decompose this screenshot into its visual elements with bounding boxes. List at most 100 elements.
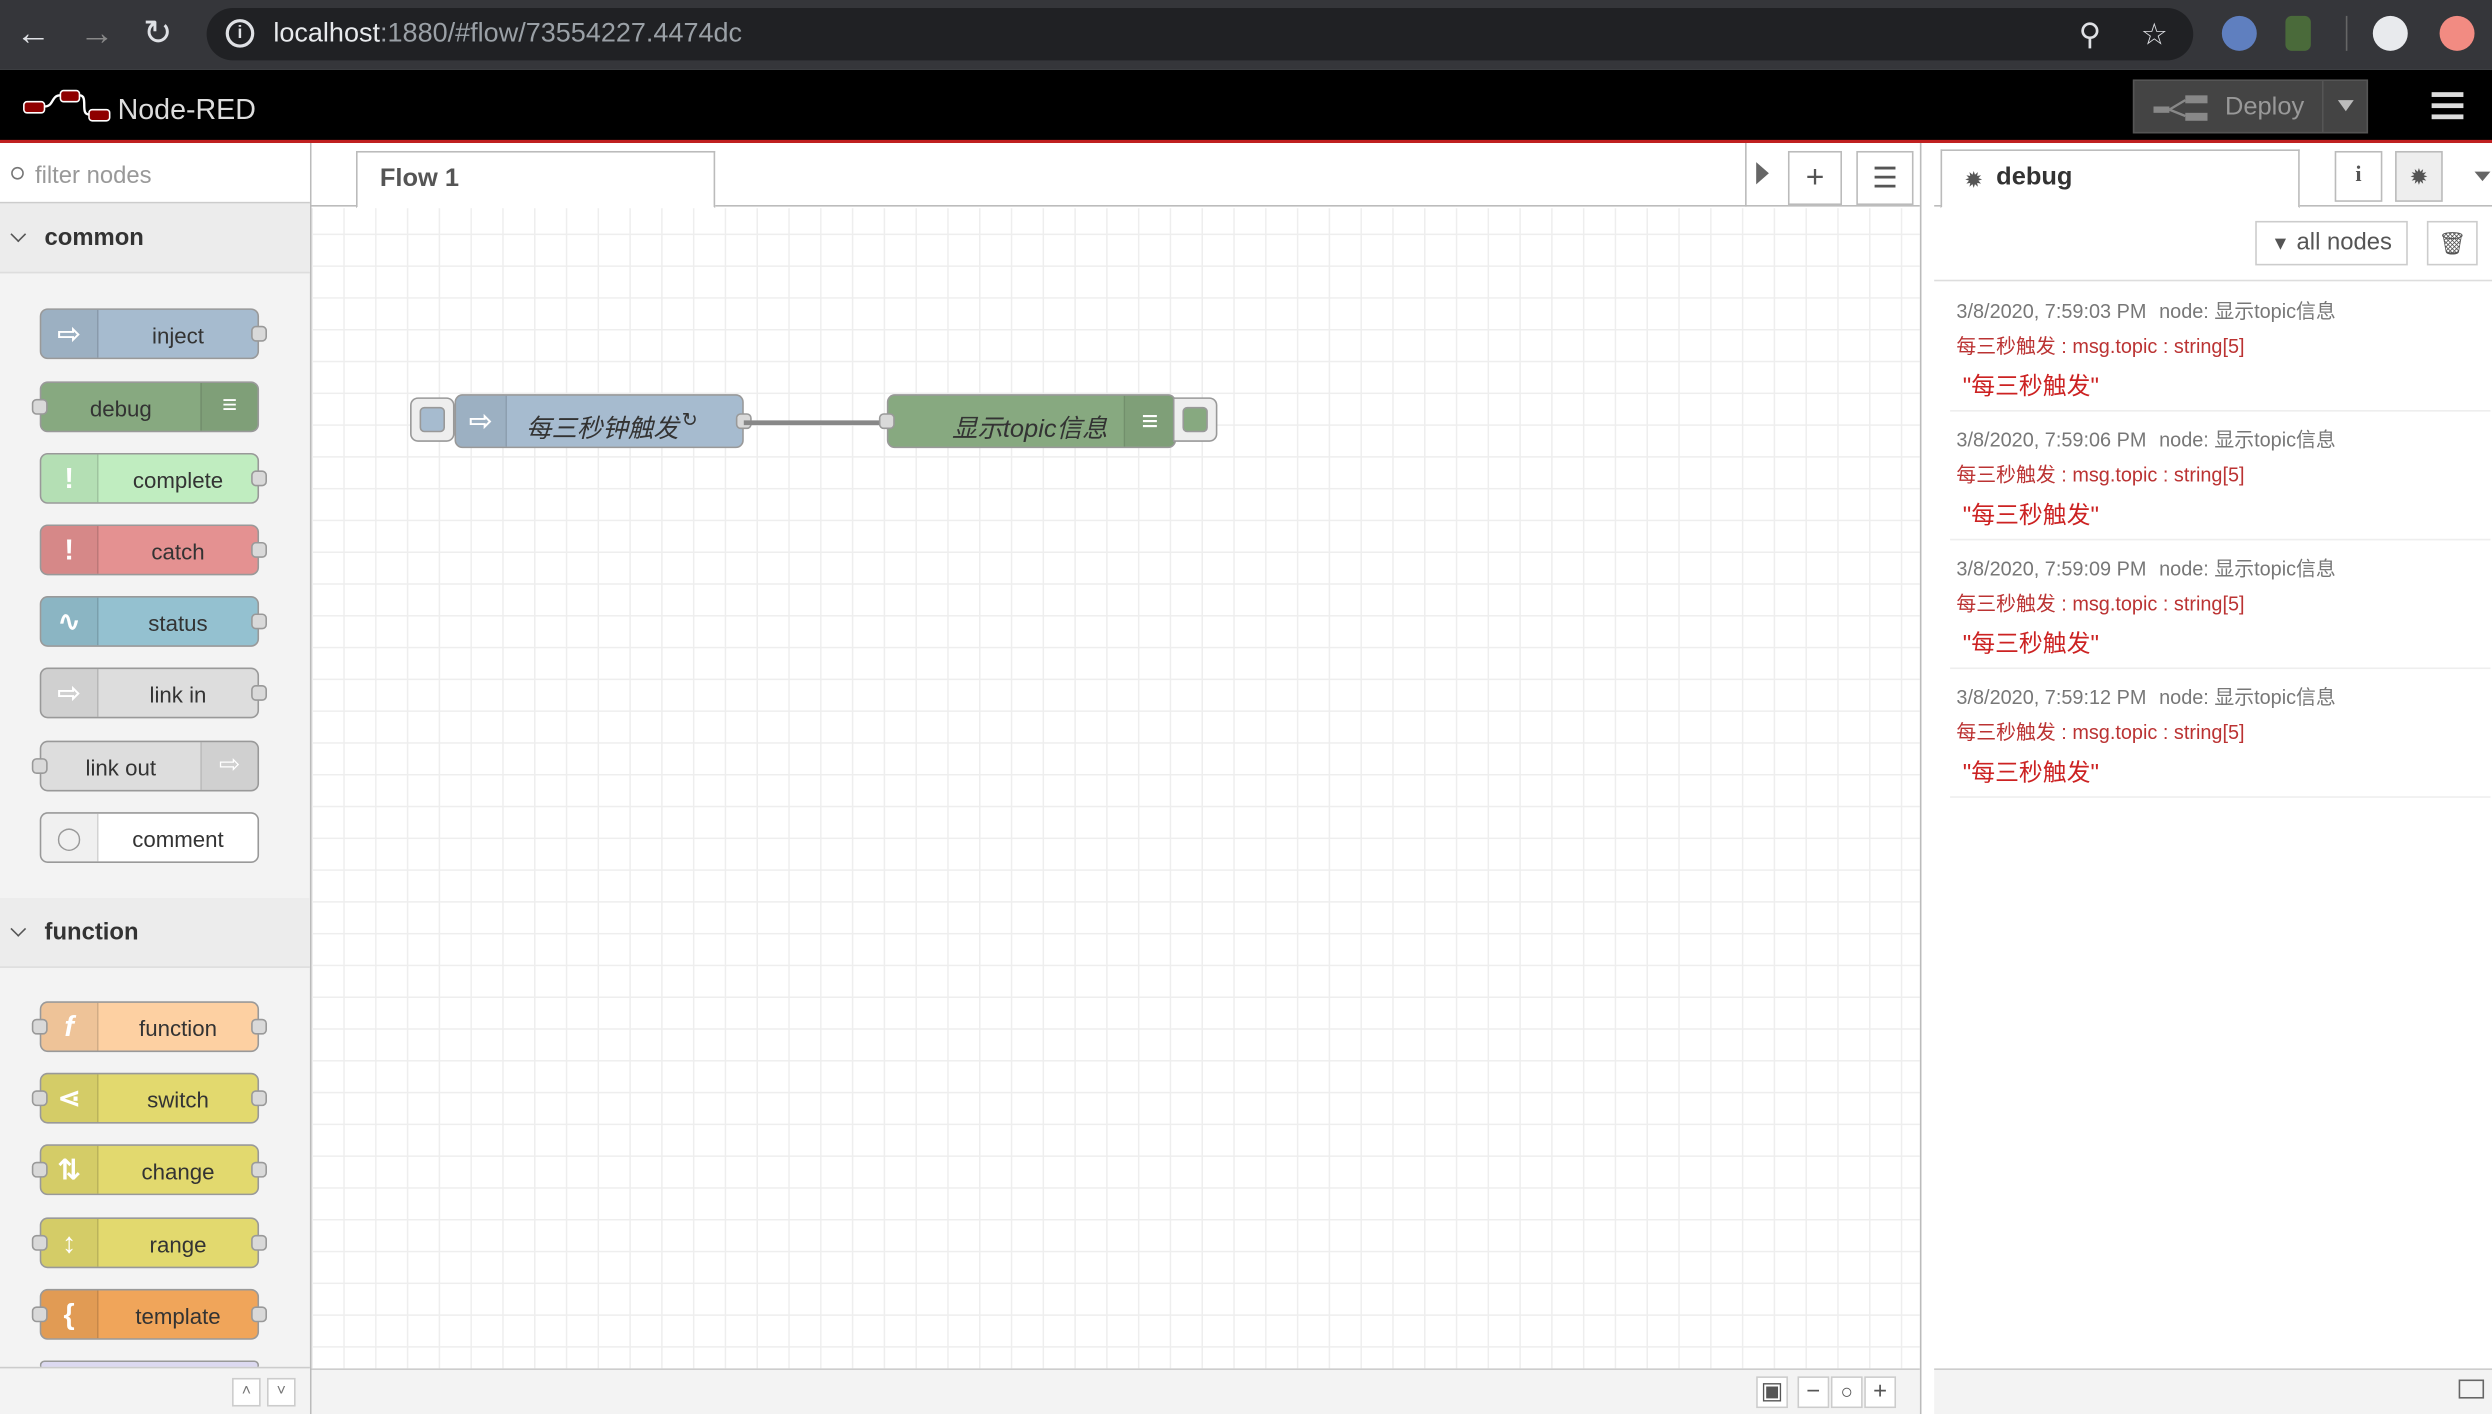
palette-node-link-in[interactable]: ⇨ link in xyxy=(39,667,268,719)
output-port[interactable] xyxy=(251,325,268,342)
zoom-in-icon[interactable]: + xyxy=(1864,1376,1897,1409)
message-value: "每三秒触发" xyxy=(1962,630,2099,658)
palette-node-change[interactable]: ⇅ change xyxy=(31,1144,268,1196)
debug-toggle-button[interactable] xyxy=(1172,397,1218,442)
list-flows-icon[interactable]: ☰ xyxy=(1856,150,1914,206)
palette-category-common[interactable]: common xyxy=(0,203,310,274)
output-port[interactable] xyxy=(251,1234,268,1251)
flow-canvas[interactable]: ⇨ 每三秒钟触发 ↻ 显示topic信息 ≡ xyxy=(311,208,1920,1369)
message-path[interactable]: 每三秒触发 : msg.topic : string[5] xyxy=(1956,458,2244,488)
node-label: 每三秒钟触发 xyxy=(526,416,679,444)
message-path[interactable]: 每三秒触发 : msg.topic : string[5] xyxy=(1956,586,2244,616)
debug-message[interactable]: 3/8/2020, 7:59:09 PM node: 显示topic信息 每三秒触… xyxy=(1950,540,2491,670)
palette-node-template[interactable]: { template xyxy=(31,1288,268,1340)
debug-tab-icon[interactable]: ✹ xyxy=(2395,150,2443,202)
output-port[interactable] xyxy=(251,1018,268,1035)
palette-node-link-out[interactable]: link out ⇨ xyxy=(31,740,260,792)
zoom-icon[interactable]: ⚲ xyxy=(2079,17,2101,54)
message-time: 3/8/2020, 7:59:03 PM xyxy=(1956,300,2147,323)
palette-filter[interactable]: filter nodes xyxy=(0,143,310,204)
debug-filter-button[interactable]: ▼ all nodes xyxy=(2255,220,2408,266)
add-flow-icon[interactable]: + xyxy=(1787,150,1842,206)
input-port[interactable] xyxy=(31,398,48,415)
collapse-all-icon[interactable]: ˄ xyxy=(232,1377,261,1407)
palette-node-range[interactable]: ↕ range xyxy=(31,1217,268,1269)
message-node[interactable]: node: 显示topic信息 xyxy=(2159,687,2336,709)
debug-list-icon: ≡ xyxy=(1123,395,1175,447)
zoom-out-icon[interactable]: − xyxy=(1797,1376,1830,1409)
palette-category-function[interactable]: function xyxy=(0,897,310,968)
message-meta: 3/8/2020, 7:59:03 PM node: 显示topic信息 xyxy=(1956,294,2335,324)
debug-list-icon: ≡ xyxy=(200,383,258,431)
address-bar[interactable]: i localhost:1880/#flow/73554227.4474dc ⚲… xyxy=(206,7,2194,61)
message-node[interactable]: node: 显示topic信息 xyxy=(2159,300,2336,322)
palette-node-status[interactable]: ∿ status xyxy=(39,595,268,647)
output-port[interactable] xyxy=(251,613,268,630)
input-port[interactable] xyxy=(31,1161,48,1178)
expand-all-icon[interactable]: ˅ xyxy=(267,1377,296,1407)
input-port[interactable] xyxy=(31,1234,48,1251)
debug-message[interactable]: 3/8/2020, 7:59:06 PM node: 显示topic信息 每三秒触… xyxy=(1950,412,2491,541)
zoom-reset-icon[interactable]: ○ xyxy=(1830,1376,1863,1409)
input-port[interactable] xyxy=(31,758,48,774)
update-icon[interactable] xyxy=(2439,15,2475,51)
input-port[interactable] xyxy=(31,1018,48,1035)
filter-nodes-input[interactable]: filter nodes xyxy=(35,162,152,189)
palette-node-complete[interactable]: ! complete xyxy=(39,452,268,504)
tab-debug[interactable]: ✹ debug xyxy=(1940,149,2300,209)
extension-icon[interactable] xyxy=(2285,15,2311,51)
scroll-tabs-right-icon[interactable] xyxy=(1756,162,1769,185)
output-port[interactable] xyxy=(251,470,268,487)
site-info-icon[interactable]: i xyxy=(225,19,255,48)
node-label: debug xyxy=(89,395,152,422)
node-label: inject xyxy=(152,322,204,349)
reload-icon[interactable]: ↻ xyxy=(143,15,172,51)
flow-node-debug[interactable]: 显示topic信息 ≡ xyxy=(878,394,1177,449)
palette-node-debug[interactable]: debug ≡ xyxy=(31,381,260,433)
message-path[interactable]: 每三秒触发 : msg.topic : string[5] xyxy=(1956,715,2244,745)
output-port[interactable] xyxy=(251,684,268,701)
info-tab-icon[interactable]: i xyxy=(2334,150,2383,202)
forward-icon[interactable]: → xyxy=(79,15,114,51)
debug-message[interactable]: 3/8/2020, 7:59:03 PM node: 显示topic信息 每三秒触… xyxy=(1950,283,2491,412)
output-port[interactable] xyxy=(251,1161,268,1178)
node-label: switch xyxy=(147,1087,209,1113)
main-menu-icon[interactable] xyxy=(2431,92,2464,121)
palette-node-catch[interactable]: ! catch xyxy=(39,524,268,576)
message-meta: 3/8/2020, 7:59:06 PM node: 显示topic信息 xyxy=(1956,423,2335,453)
sidebar-footer xyxy=(1934,1368,2492,1414)
sidebar-menu-caret-icon[interactable] xyxy=(2474,171,2491,182)
bookmark-star-icon[interactable]: ☆ xyxy=(2141,17,2168,54)
palette-node-inject[interactable]: ⇨ inject xyxy=(39,308,268,360)
extension-icon[interactable] xyxy=(2221,15,2257,51)
back-icon[interactable]: ← xyxy=(16,15,51,51)
monitor-icon[interactable] xyxy=(2458,1379,2485,1399)
inject-arrow-icon: ⇨ xyxy=(456,395,507,447)
url-text[interactable]: localhost:1880/#flow/73554227.4474dc xyxy=(273,17,742,49)
inject-trigger-button[interactable] xyxy=(410,397,455,442)
profile-avatar-icon[interactable] xyxy=(2372,15,2408,51)
function-f-icon: f xyxy=(41,1002,99,1051)
palette-node-comment[interactable]: ◯ comment xyxy=(39,812,260,863)
palette-node-function[interactable]: f function xyxy=(31,1001,268,1053)
message-node[interactable]: node: 显示topic信息 xyxy=(2159,429,2336,451)
filter-label: all nodes xyxy=(2296,228,2392,256)
navigator-map-icon[interactable]: ▣ xyxy=(1756,1376,1788,1409)
input-port[interactable] xyxy=(878,413,895,430)
sidebar-tabs: ✹ debug i ✹ xyxy=(1934,143,2492,209)
output-port[interactable] xyxy=(251,541,268,558)
message-path[interactable]: 每三秒触发 : msg.topic : string[5] xyxy=(1956,329,2244,359)
clear-messages-trash-icon[interactable]: 🗑 xyxy=(2426,220,2478,266)
palette-node-switch[interactable]: ⋖ switch xyxy=(31,1072,268,1124)
message-node[interactable]: node: 显示topic信息 xyxy=(2159,558,2336,580)
debug-message[interactable]: 3/8/2020, 7:59:12 PM node: 显示topic信息 每三秒触… xyxy=(1950,669,2491,798)
input-port[interactable] xyxy=(31,1306,48,1323)
output-port[interactable] xyxy=(251,1090,268,1107)
deploy-button[interactable]: Deploy xyxy=(2132,79,2369,134)
deploy-dropdown-icon[interactable] xyxy=(2337,100,2354,112)
output-port[interactable] xyxy=(251,1306,268,1323)
flow-wire[interactable] xyxy=(741,415,894,431)
input-port[interactable] xyxy=(31,1090,48,1107)
flow-node-inject[interactable]: ⇨ 每三秒钟触发 ↻ xyxy=(454,394,752,449)
tab-flow-1[interactable]: Flow 1 xyxy=(356,150,716,209)
